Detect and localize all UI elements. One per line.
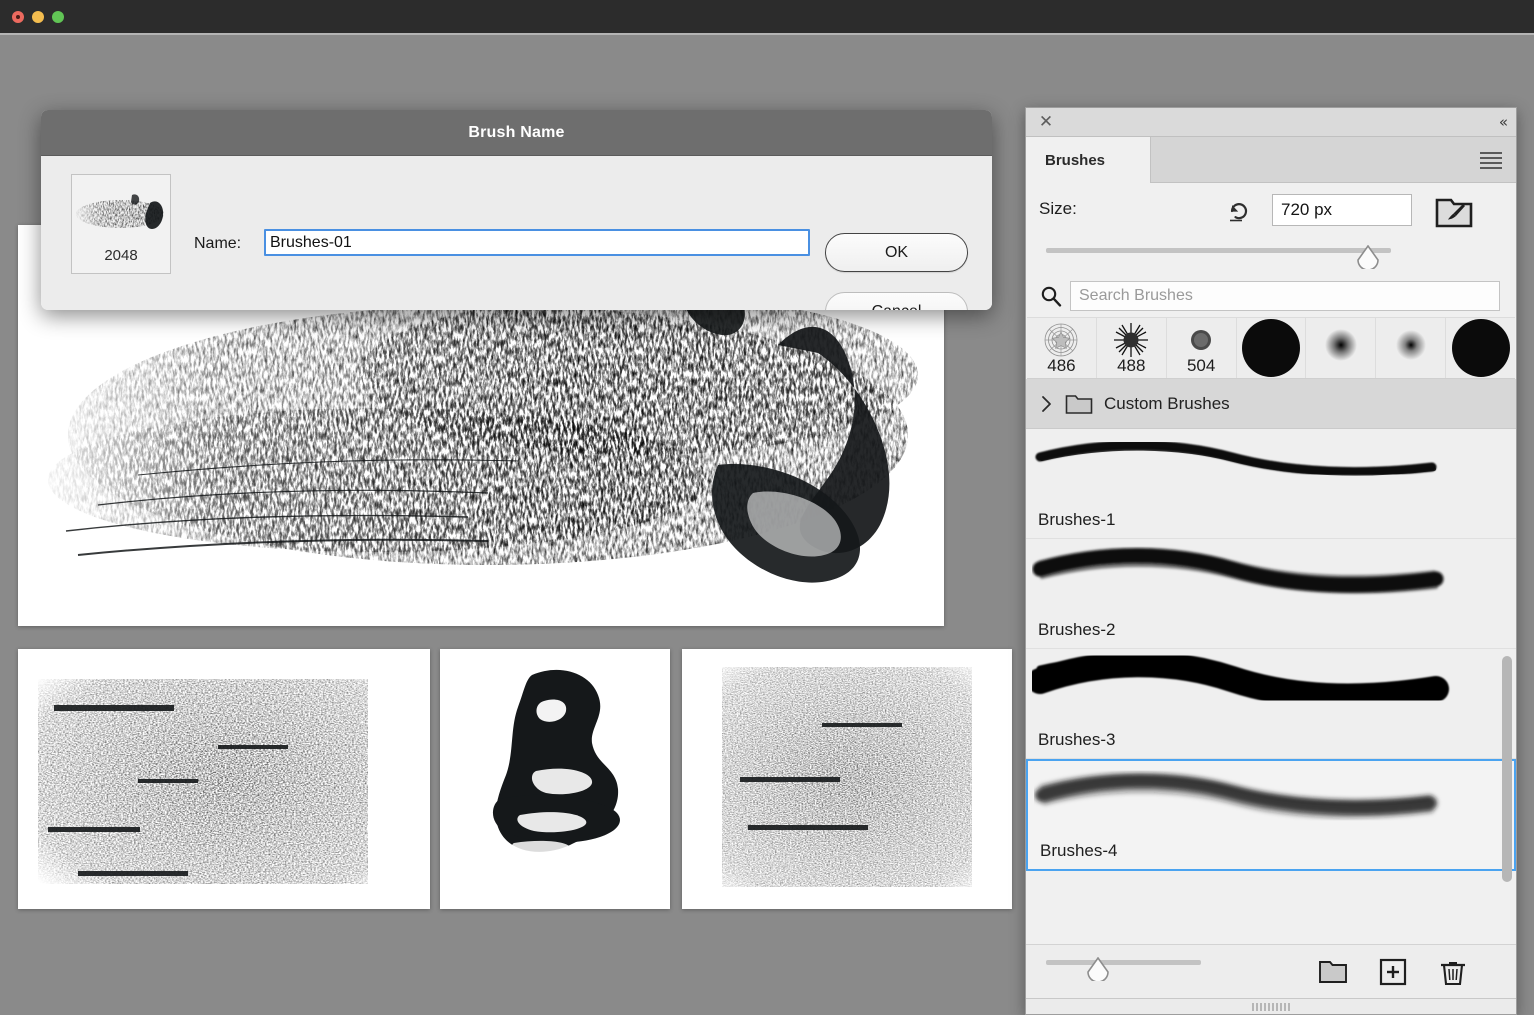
tab-brushes[interactable]: Brushes [1026, 137, 1151, 183]
brush-stroke-preview-3 [1032, 653, 1449, 710]
preset-cell-504[interactable]: 504 [1166, 318, 1237, 378]
soft-round-tiny-brush-icon [1395, 330, 1426, 360]
panel-tabbar: Brushes [1026, 137, 1516, 183]
window-close-button[interactable] [12, 11, 24, 23]
hard-round-xl-brush-icon [1451, 319, 1510, 377]
hamburger-menu-icon[interactable] [1480, 152, 1502, 170]
brush-stroke-dry-block-art-2 [682, 649, 1012, 909]
brush-size-input[interactable] [1272, 194, 1412, 226]
brush-list-item-2[interactable]: Brushes-2 [1026, 539, 1516, 649]
scrollbar-thumb[interactable] [1502, 655, 1512, 883]
close-icon[interactable]: ✕ [1037, 113, 1055, 131]
window-titlebar [0, 0, 1534, 33]
application-window: Brush Name 2048 Name: Brushes-01 OK ✕ « … [0, 0, 1534, 1015]
panel-footer-toolbar [1026, 944, 1516, 998]
panel-resize-bar[interactable] [1026, 998, 1516, 1014]
panel-topbar: ✕ « [1026, 108, 1516, 137]
brush-list-scrollbar[interactable] [1502, 429, 1512, 944]
footer-size-slider[interactable] [1046, 957, 1201, 981]
preset-cell-hard-round-large[interactable] [1236, 318, 1307, 378]
brush-list-item-4[interactable]: Brushes-4 [1026, 759, 1516, 871]
footer-slider-track [1046, 960, 1201, 965]
slider-track [1046, 248, 1391, 253]
preset-label-504: 504 [1186, 356, 1216, 375]
brush-name-dialog: Brush Name 2048 Name: Brushes-01 OK [41, 110, 992, 310]
brush-stroke-preview-2 [1032, 548, 1444, 594]
brush-size-slider[interactable] [1046, 245, 1391, 269]
brush-name-input[interactable] [264, 229, 810, 256]
preset-cell-488[interactable]: 488 [1096, 318, 1167, 378]
dialog-titlebar: Brush Name [41, 110, 992, 156]
brush-preset-folder-icon[interactable] [1434, 195, 1474, 230]
preset-cell-486[interactable]: 486 [1027, 318, 1097, 378]
brush-size-section: Size: [1026, 183, 1516, 279]
dialog-body: 2048 Name: OK Cancel [41, 156, 992, 310]
collapse-panel-icon[interactable]: « [1499, 113, 1508, 131]
preset-cell-soft-round-tiny[interactable] [1376, 318, 1447, 378]
size-label: Size: [1039, 199, 1077, 218]
brush-list[interactable]: Brushes-1 Brushes-2 Brushes-3 Brushes-4 [1026, 429, 1516, 944]
preset-label-488: 488 [1117, 356, 1146, 375]
brush-thumbnail-size-label: 2048 [104, 247, 138, 264]
spiky-burst-brush-icon [1114, 323, 1149, 357]
brush-group-custom-brushes[interactable]: Custom Brushes [1026, 379, 1516, 429]
resize-grip-icon [1252, 1003, 1290, 1011]
preset-label-486: 486 [1047, 356, 1076, 375]
brush-stroke-dry-block-art [18, 649, 430, 909]
brush-thumbnail-art [76, 194, 164, 229]
search-icon [1041, 286, 1062, 307]
brush-list-item-1[interactable]: Brushes-1 [1026, 429, 1516, 539]
brush-list-item-3[interactable]: Brushes-3 [1026, 649, 1516, 759]
brush-thumbnail-preview: 2048 [71, 174, 171, 274]
brush-list-item-label-4: Brushes-4 [1040, 841, 1118, 860]
small-round-brush-icon [1191, 330, 1212, 350]
ok-button[interactable]: OK [825, 233, 968, 272]
brush-stroke-heavy-blot-art [440, 649, 670, 909]
document-thumb-3[interactable] [682, 649, 1012, 909]
brush-list-item-label-2: Brushes-2 [1038, 620, 1116, 639]
preset-cell-soft-round-small[interactable] [1306, 318, 1377, 378]
dialog-title: Brush Name [468, 123, 565, 141]
brush-group-label: Custom Brushes [1104, 393, 1230, 413]
workspace-canvas-area: Brush Name 2048 Name: Brushes-01 OK ✕ « … [0, 33, 1534, 1015]
preset-cell-hard-round-xl[interactable] [1446, 318, 1516, 378]
window-maximize-button[interactable] [52, 11, 64, 23]
cancel-button[interactable]: Cancel [825, 292, 968, 310]
scatter-star-brush-icon [1045, 323, 1078, 357]
brushes-panel: ✕ « Brushes Size: 720 px Search Brushes … [1025, 107, 1517, 1015]
name-field-label: Name: [194, 235, 242, 252]
new-brush-icon[interactable] [1376, 957, 1410, 987]
search-row [1026, 279, 1516, 317]
document-thumb-1[interactable] [18, 649, 430, 909]
slider-thumb[interactable] [1355, 245, 1381, 269]
window-minimize-button[interactable] [32, 11, 44, 23]
folder-icon [1065, 394, 1093, 414]
reset-arrow-icon[interactable] [1226, 198, 1252, 224]
hard-round-large-brush-icon [1242, 319, 1300, 377]
traffic-light-group [12, 11, 64, 23]
brush-list-item-label-3: Brushes-3 [1038, 730, 1116, 749]
brush-stroke-preview-4 [1035, 773, 1437, 818]
trash-icon[interactable] [1436, 957, 1470, 987]
soft-round-small-brush-icon [1324, 329, 1357, 361]
brush-preset-strip: 486 488 504 [1027, 317, 1516, 379]
brush-stroke-preview-1 [1035, 440, 1437, 477]
brush-list-item-label-1: Brushes-1 [1038, 510, 1116, 529]
tab-brushes-label: Brushes [1045, 151, 1106, 169]
chevron-right-icon[interactable] [1040, 394, 1054, 414]
new-folder-icon[interactable] [1316, 957, 1350, 987]
document-thumb-2[interactable] [440, 649, 670, 909]
search-brushes-input[interactable] [1070, 281, 1500, 311]
footer-slider-thumb[interactable] [1085, 957, 1111, 981]
